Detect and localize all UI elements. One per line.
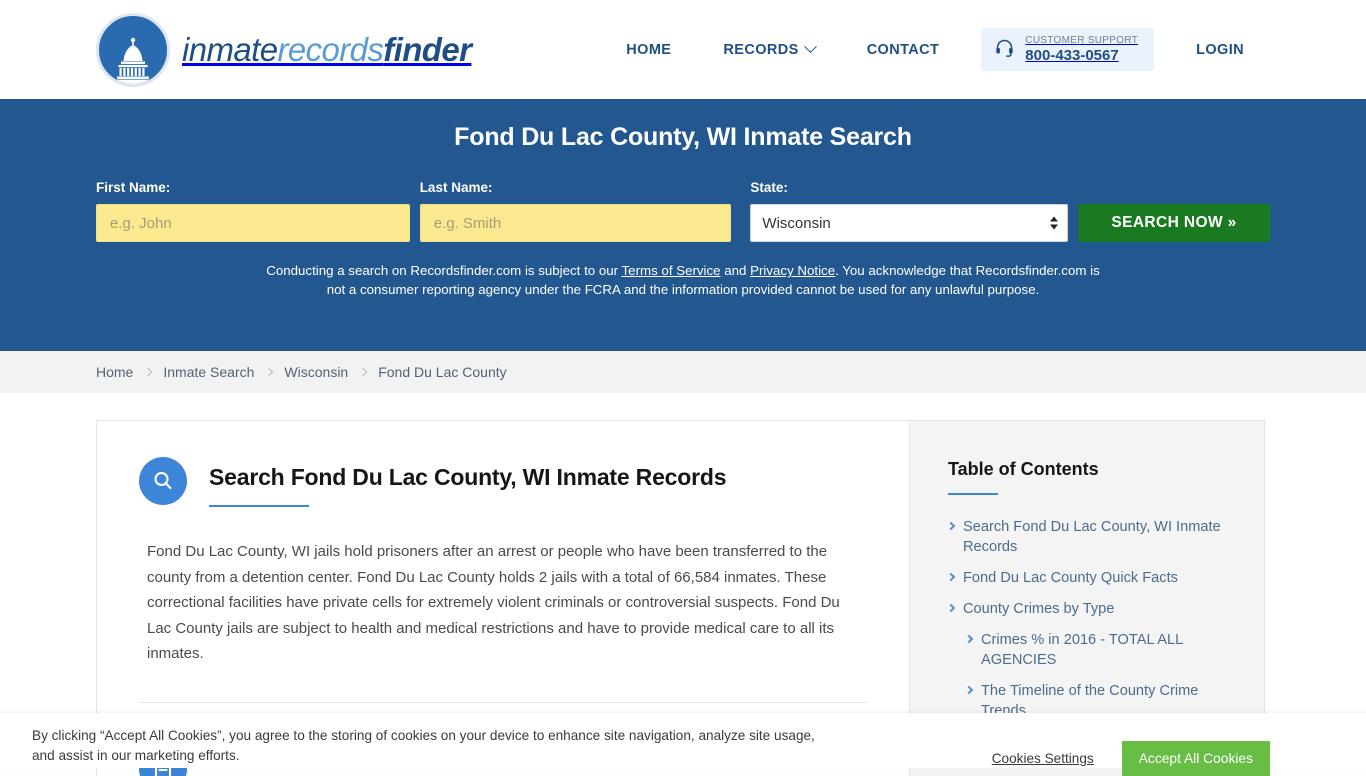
- breadcrumb-item-inmate-search[interactable]: Inmate Search: [163, 364, 254, 380]
- disclaimer-part-1: Conducting a search on Recordsfinder.com…: [266, 263, 621, 278]
- toc-underline-rule: [948, 493, 998, 495]
- toc-item[interactable]: Fond Du Lac County Quick Facts: [948, 568, 1234, 588]
- first-name-field-group: First Name:: [96, 180, 410, 242]
- chevron-right-icon: [947, 573, 955, 581]
- toc-link[interactable]: Fond Du Lac County Quick Facts: [963, 568, 1178, 588]
- title-underline-rule: [209, 505, 309, 507]
- cookie-consent-banner: By clicking “Accept All Cookies”, you ag…: [0, 713, 1366, 768]
- site-header: inmaterecordsfinder HOME RECORDS CONTACT: [0, 0, 1366, 99]
- last-name-field-group: Last Name:: [420, 180, 732, 242]
- support-label: CUSTOMER SUPPORT: [1025, 35, 1138, 47]
- state-select-wrapper: Wisconsin: [750, 204, 1068, 242]
- cookie-banner-actions: Cookies Settings Accept All Cookies: [992, 726, 1270, 776]
- chevron-right-icon: [965, 635, 973, 643]
- breadcrumb-item-wisconsin[interactable]: Wisconsin: [284, 364, 348, 380]
- nav-item-records[interactable]: RECORDS: [697, 42, 840, 58]
- search-now-button[interactable]: SEARCH NOW »: [1078, 204, 1270, 242]
- breadcrumb-separator-icon: [265, 368, 273, 376]
- last-name-label: Last Name:: [420, 180, 732, 195]
- breadcrumb-separator-icon: [359, 368, 367, 376]
- search-circle-icon: [139, 457, 187, 505]
- nav-item-contact[interactable]: CONTACT: [841, 42, 966, 58]
- headset-icon: [994, 37, 1015, 63]
- toc-item[interactable]: Search Fond Du Lac County, WI Inmate Rec…: [948, 517, 1234, 557]
- privacy-notice-link[interactable]: Privacy Notice: [750, 263, 835, 278]
- support-text: CUSTOMER SUPPORT 800-433-0567: [1025, 35, 1138, 64]
- logo-word-records: records: [277, 31, 383, 68]
- terms-of-service-link[interactable]: Terms of Service: [622, 263, 721, 278]
- cookies-settings-link[interactable]: Cookies Settings: [992, 751, 1094, 766]
- toc-link[interactable]: County Crimes by Type: [963, 599, 1114, 619]
- nav-label-records: RECORDS: [723, 42, 798, 58]
- article-body: Search Fond Du Lac County, WI Inmate Rec…: [97, 421, 909, 703]
- nav-label-home: HOME: [626, 42, 671, 58]
- breadcrumb: Home Inmate Search Wisconsin Fond Du Lac…: [0, 351, 1366, 393]
- chevron-right-icon: [965, 686, 973, 694]
- accept-all-cookies-button[interactable]: Accept All Cookies: [1122, 741, 1270, 776]
- nav-item-home[interactable]: HOME: [600, 42, 697, 58]
- inmate-search-form: First Name: Last Name: State: Wisconsin …: [96, 180, 1270, 242]
- breadcrumb-item-county[interactable]: Fond Du Lac County: [378, 364, 506, 380]
- toc-title: Table of Contents: [948, 459, 1234, 480]
- toc-item[interactable]: County Crimes by Type: [948, 599, 1234, 619]
- first-name-input[interactable]: [96, 204, 410, 242]
- logo-word-finder: finder: [383, 31, 471, 68]
- chevron-right-icon: [947, 604, 955, 612]
- nav-label-login: LOGIN: [1196, 42, 1244, 58]
- breadcrumb-separator-icon: [144, 368, 152, 376]
- main-navigation: HOME RECORDS CONTACT CUSTOMER SUPPORT 80…: [600, 28, 1270, 71]
- state-select[interactable]: Wisconsin: [750, 204, 1068, 242]
- state-label: State:: [750, 180, 1068, 195]
- nav-label-contact: CONTACT: [867, 42, 940, 58]
- toc-link[interactable]: Crimes % in 2016 - TOTAL ALL AGENCIES: [981, 630, 1234, 670]
- search-disclaimer: Conducting a search on Recordsfinder.com…: [259, 262, 1107, 299]
- article-paragraph: Fond Du Lac County, WI jails hold prison…: [147, 539, 867, 667]
- support-phone: 800-433-0567: [1025, 47, 1138, 64]
- article-heading-row: Search Fond Du Lac County, WI Inmate Rec…: [139, 457, 867, 507]
- logo-wordmark: inmaterecordsfinder: [182, 31, 471, 69]
- site-logo[interactable]: inmaterecordsfinder: [96, 13, 471, 87]
- article-heading-text: Search Fond Du Lac County, WI Inmate Rec…: [209, 457, 726, 507]
- page-title: Fond Du Lac County, WI Inmate Search: [96, 123, 1270, 152]
- chevron-down-icon: [804, 40, 817, 53]
- customer-support-badge[interactable]: CUSTOMER SUPPORT 800-433-0567: [981, 28, 1154, 71]
- first-name-label: First Name:: [96, 180, 410, 195]
- disclaimer-part-2: and: [721, 263, 751, 278]
- breadcrumb-item-home[interactable]: Home: [96, 364, 133, 380]
- toc-item[interactable]: Crimes % in 2016 - TOTAL ALL AGENCIES: [966, 630, 1234, 670]
- chevron-right-icon: [947, 522, 955, 530]
- nav-item-login[interactable]: LOGIN: [1170, 42, 1270, 58]
- hero-search-section: Fond Du Lac County, WI Inmate Search Fir…: [0, 99, 1366, 351]
- capitol-dome-icon: [96, 13, 170, 87]
- state-field-group: State: Wisconsin: [750, 180, 1068, 242]
- article-title: Search Fond Du Lac County, WI Inmate Rec…: [209, 464, 726, 491]
- logo-word-inmate: inmate: [182, 31, 277, 68]
- cookie-banner-text: By clicking “Accept All Cookies”, you ag…: [32, 726, 822, 766]
- last-name-input[interactable]: [420, 204, 732, 242]
- toc-link[interactable]: Search Fond Du Lac County, WI Inmate Rec…: [963, 517, 1234, 557]
